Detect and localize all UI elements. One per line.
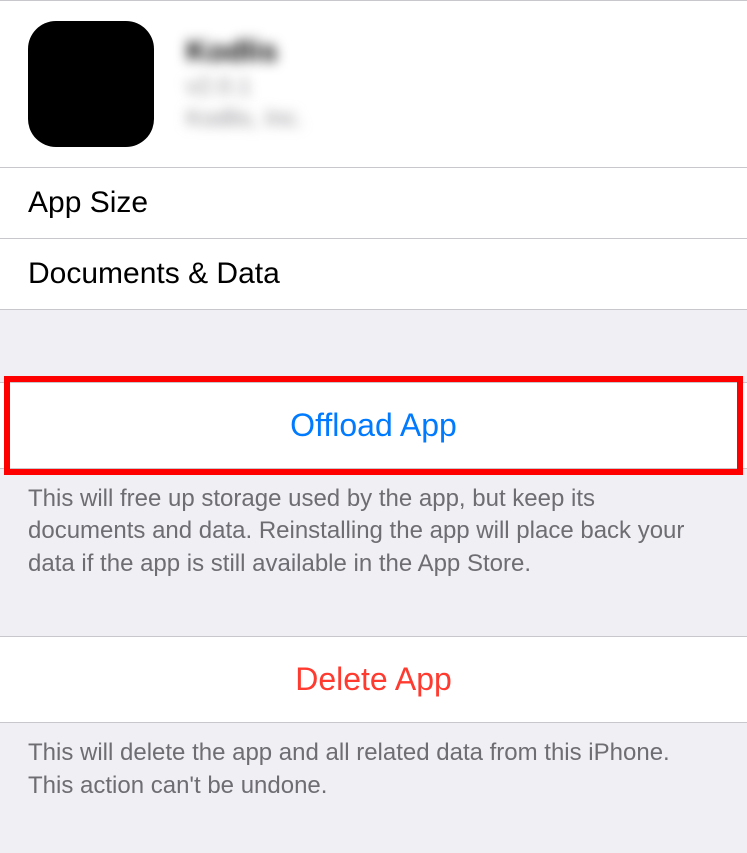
offload-section: Offload App This will free up storage us… [0, 382, 747, 600]
app-vendor: Kodlis, Inc. [186, 105, 303, 133]
app-name: Kodlis [186, 35, 303, 69]
offload-highlight: Offload App [0, 382, 747, 469]
app-version: v2.0.1 [186, 73, 303, 101]
app-storage-settings: Kodlis v2.0.1 Kodlis, Inc. App Size Docu… [0, 0, 747, 822]
app-info-group: Kodlis v2.0.1 Kodlis, Inc. App Size Docu… [0, 0, 747, 310]
offload-description: This will free up storage used by the ap… [0, 469, 747, 600]
app-size-row: App Size [0, 168, 747, 239]
delete-app-button[interactable]: Delete App [0, 636, 747, 723]
app-size-label: App Size [28, 186, 719, 220]
delete-section: Delete App This will delete the app and … [0, 636, 747, 822]
app-icon [28, 21, 154, 147]
documents-data-label: Documents & Data [28, 257, 719, 291]
delete-description: This will delete the app and all related… [0, 723, 747, 822]
app-header: Kodlis v2.0.1 Kodlis, Inc. [0, 1, 747, 168]
section-spacer [0, 600, 747, 636]
documents-data-row: Documents & Data [0, 239, 747, 309]
app-meta: Kodlis v2.0.1 Kodlis, Inc. [186, 35, 303, 133]
offload-app-button[interactable]: Offload App [0, 382, 747, 469]
